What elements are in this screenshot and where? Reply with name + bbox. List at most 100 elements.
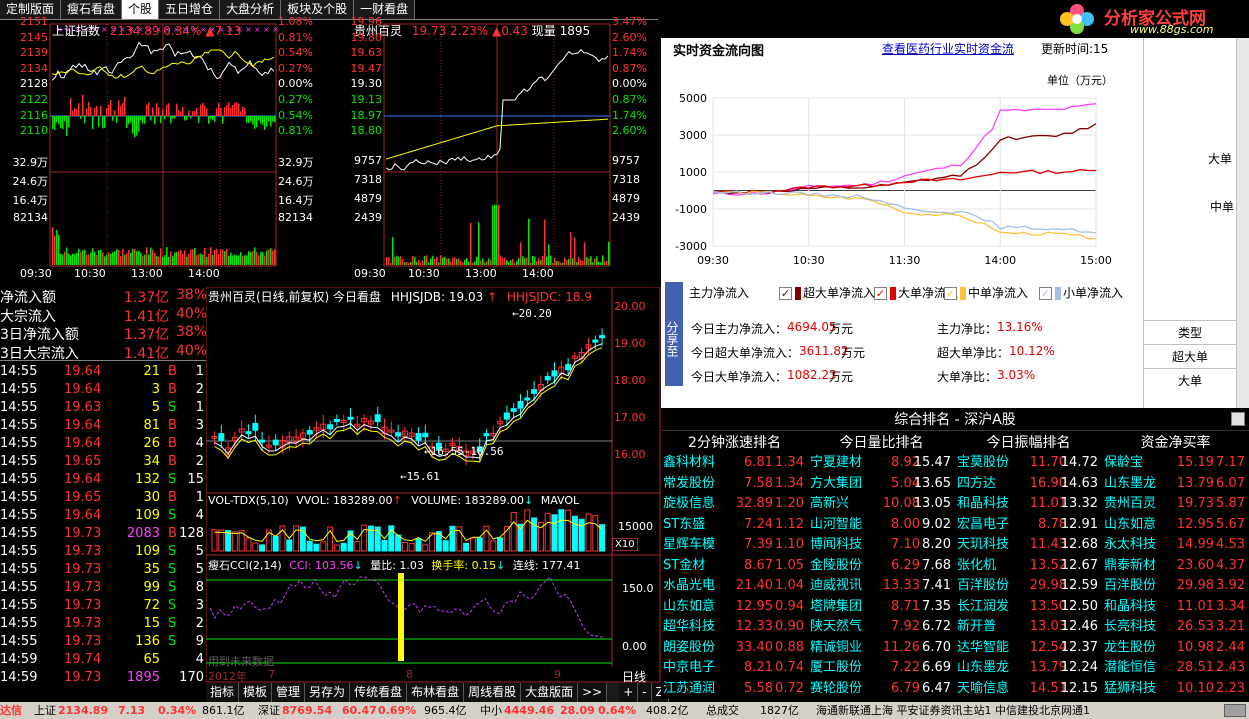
- stock-price: 6.29: [891, 557, 920, 573]
- ranking-row[interactable]: 张化机 13.52 12.67: [955, 556, 1102, 577]
- ranking-row[interactable]: 贵州百灵 19.73 5.87: [1102, 494, 1249, 515]
- ranking-row[interactable]: ST东盛 7.24 1.12: [661, 515, 808, 536]
- flow-value: 1.41亿: [124, 308, 170, 325]
- ranking-row[interactable]: 天喻信息 14.51 12.15: [955, 679, 1102, 700]
- ranking-row[interactable]: 潜能恒信 28.51 2.43: [1102, 658, 1249, 679]
- ranking-row[interactable]: 山东如意 12.95 5.67: [1102, 515, 1249, 536]
- ranking-row[interactable]: 水晶光电 21.40 1.04: [661, 576, 808, 597]
- tab-1[interactable]: 瘦石看盘: [61, 0, 123, 19]
- toolbar-button-7[interactable]: 大盘版面: [521, 683, 579, 702]
- ranking-row[interactable]: 高新兴 10.08 13.05: [808, 494, 955, 515]
- legend-item[interactable]: 主力净流入: [689, 284, 749, 301]
- stock-metric: 5.87: [1216, 496, 1245, 511]
- zoom-button-1[interactable]: -: [638, 683, 652, 702]
- ranking-row[interactable]: 山东如意 12.95 0.94: [661, 597, 808, 618]
- sh-value: 2134.89: [58, 704, 109, 717]
- toolbar-button-5[interactable]: 布林看盘: [407, 683, 465, 702]
- idx-left-tick: 2139: [20, 46, 48, 60]
- legend-checkbox[interactable]: ✓: [1039, 287, 1052, 300]
- trade-price: 19.74: [64, 652, 102, 667]
- ranking-row[interactable]: 和晶科技 11.01 13.32: [955, 494, 1102, 515]
- stock-price: 7.58: [744, 475, 773, 491]
- toolbar-button-8[interactable]: >>: [578, 683, 608, 702]
- ranking-row[interactable]: 中京电子 8.21 0.74: [661, 658, 808, 679]
- ranking-row[interactable]: 和晶科技 11.01 3.34: [1102, 597, 1249, 618]
- ranking-row[interactable]: 长亮科技 26.53 3.21: [1102, 617, 1249, 638]
- ranking-row[interactable]: 达华智能 12.54 12.37: [955, 638, 1102, 659]
- network-status-icon[interactable]: [1224, 704, 1246, 717]
- ranking-row[interactable]: 四方达 16.90 14.63: [955, 474, 1102, 495]
- ranking-row[interactable]: 宁夏建材 8.92 15.47: [808, 453, 955, 474]
- legend-item[interactable]: ✓ 小单净流入: [1039, 284, 1123, 301]
- stock-name: 博闻科技: [810, 537, 863, 552]
- ranking-row[interactable]: 永太科技 14.99 4.53: [1102, 535, 1249, 556]
- ranking-row[interactable]: 超华科技 12.33 0.90: [661, 617, 808, 638]
- legend-checkbox[interactable]: ✓: [944, 287, 957, 300]
- ranking-row[interactable]: 旋极信息 32.89 1.20: [661, 494, 808, 515]
- flow-pct: 38%: [176, 324, 208, 340]
- ranking-menu-icon[interactable]: [1231, 412, 1245, 426]
- ranking-row[interactable]: 朗姿股份 33.40 0.88: [661, 638, 808, 659]
- legend-item[interactable]: ✓ 中单净流入: [944, 284, 1028, 301]
- tab-4[interactable]: 大盘分析: [220, 0, 282, 19]
- ranking-row[interactable]: 方大集团 5.04 13.65: [808, 474, 955, 495]
- ranking-row[interactable]: 鼎泰新材 23.60 4.37: [1102, 556, 1249, 577]
- ranking-row[interactable]: 宝莫股份 11.70 14.72: [955, 453, 1102, 474]
- ranking-row[interactable]: 厦工股份 7.22 6.69: [808, 658, 955, 679]
- ranking-row[interactable]: 塔牌集团 8.71 7.35: [808, 597, 955, 618]
- ranking-row[interactable]: 博闻科技 7.10 8.20: [808, 535, 955, 556]
- toolbar-button-3[interactable]: 另存为: [305, 683, 351, 702]
- ranking-row[interactable]: 星辉车模 7.39 1.10: [661, 535, 808, 556]
- ranking-row[interactable]: 百洋股份 29.98 12.59: [955, 576, 1102, 597]
- legend-checkbox[interactable]: ✓: [779, 287, 792, 300]
- stock-name: 厦工股份: [810, 660, 863, 675]
- trade-side: B: [168, 526, 177, 541]
- toolbar-button-0[interactable]: 指标: [206, 683, 240, 702]
- industry-flow-link[interactable]: 查看医药行业实时资金流: [882, 40, 1014, 57]
- ranking-row[interactable]: 赛轮股份 6.79 6.47: [808, 679, 955, 700]
- ranking-row[interactable]: 长江润发 13.50 12.50: [955, 597, 1102, 618]
- kline-price-tick: 16.00: [614, 448, 646, 461]
- stock-price: 11.70: [1029, 455, 1067, 470]
- ranking-row[interactable]: 陕天然气 7.92 6.72: [808, 617, 955, 638]
- ranking-row[interactable]: 猛狮科技 10.10 2.23: [1102, 679, 1249, 700]
- ranking-row[interactable]: 新开普 13.03 12.46: [955, 617, 1102, 638]
- ranking-row[interactable]: 保龄宝 15.19 7.17: [1102, 453, 1249, 474]
- side-scrollbar[interactable]: [1236, 38, 1249, 408]
- zoom-button-0[interactable]: +: [619, 683, 639, 702]
- ranking-row[interactable]: 山东墨龙 13.79 6.07: [1102, 474, 1249, 495]
- stock-metric: 1.04: [775, 578, 804, 593]
- ranking-row[interactable]: 常发股份 7.58 1.34: [661, 474, 808, 495]
- flow-title: 实时资金流向图: [673, 44, 765, 59]
- tab-3[interactable]: 五日增仓: [159, 0, 221, 19]
- legend-item[interactable]: ✓ 超大单净流入: [779, 284, 875, 301]
- toolbar-button-4[interactable]: 传统看盘: [350, 683, 408, 702]
- ranking-row[interactable]: 迪威视讯 13.33 7.41: [808, 576, 955, 597]
- ranking-row[interactable]: 龙生股份 10.98 2.44: [1102, 638, 1249, 659]
- stock-name: 星辉车模: [663, 537, 716, 552]
- ranking-row[interactable]: ST金材 8.67 1.05: [661, 556, 808, 577]
- flower-logo-icon: [1060, 4, 1094, 34]
- ranking-row[interactable]: 山河智能 8.00 9.02: [808, 515, 955, 536]
- stock-price: 33.40: [735, 639, 773, 655]
- stat-label: 今日大单净流入：: [691, 370, 788, 384]
- trade-row: 14:55 19.65 30 B 1: [0, 489, 206, 507]
- legend-checkbox[interactable]: ✓: [874, 287, 887, 300]
- trade-volume: 109: [135, 508, 160, 523]
- stock-price: 8.67: [744, 557, 773, 573]
- tab-2[interactable]: 个股: [122, 0, 160, 19]
- ranking-row[interactable]: 金陵股份 6.29 7.68: [808, 556, 955, 577]
- ranking-row[interactable]: 山东墨龙 13.79 12.24: [955, 658, 1102, 679]
- toolbar-button-1[interactable]: 模板: [239, 683, 273, 702]
- ranking-row[interactable]: 百洋股份 29.98 3.92: [1102, 576, 1249, 597]
- stock-pct: 2.23%: [450, 24, 489, 38]
- trade-volume: 3: [151, 382, 160, 397]
- toolbar-button-2[interactable]: 管理: [272, 683, 306, 702]
- ranking-row[interactable]: 鑫科材料 6.81 1.34: [661, 453, 808, 474]
- toolbar-button-6[interactable]: 周线看股: [464, 683, 522, 702]
- share-button[interactable]: 分享至: [665, 282, 683, 386]
- ranking-row[interactable]: 精诚铜业 11.26 6.70: [808, 638, 955, 659]
- ranking-row[interactable]: 宏昌电子 8.78 12.91: [955, 515, 1102, 536]
- ranking-row[interactable]: 天玑科技 11.43 12.68: [955, 535, 1102, 556]
- ranking-row[interactable]: 江苏通润 5.58 0.72: [661, 679, 808, 700]
